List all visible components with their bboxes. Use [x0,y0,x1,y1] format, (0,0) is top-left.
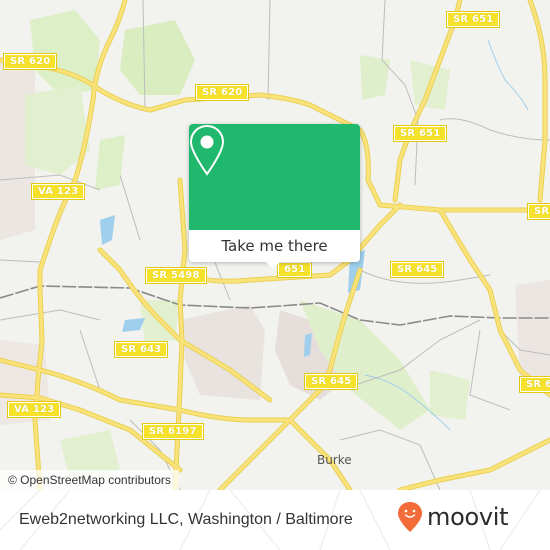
moovit-wordmark: moovit [427,503,509,531]
road-shield-sr-645: SR 645 [303,373,359,390]
location-pin-icon [189,124,225,176]
road-shield-sr-651: SR 651 [445,11,501,28]
road-shield-va-123: VA 123 [30,183,86,200]
road-shield-sr-651: SR 651 [392,125,448,142]
stream [487,39,529,111]
road-shield-sr-645: SR 645 [389,261,445,278]
moovit-logo[interactable]: moovit [397,501,509,533]
lake [122,318,145,332]
park [430,370,470,420]
road-shield-sr-620: SR 620 [194,84,250,101]
park [360,55,390,100]
road-shield-sr-6197: SR 6197 [142,423,204,440]
place-label-burke: Burke [317,453,352,467]
map[interactable]: SR 620 SR 620 SR 651 SR 651 SR 6 VA 123 … [0,0,550,490]
park [95,135,125,190]
lake [100,215,115,245]
road-shield-sr-6: SR 6 [526,203,550,220]
map-attribution[interactable]: © OpenStreetMap contributors [0,470,179,490]
road-shield-va-123: VA 123 [6,401,62,418]
location-title: Eweb2networking LLC, Washington / Baltim… [19,511,353,528]
popup-pointer [265,261,281,269]
location-popup: Take me there [189,124,360,269]
road-shield-sr-643: SR 643 [113,341,169,358]
take-me-there-button[interactable]: Take me there [189,230,360,262]
moovit-pin-icon [398,502,422,532]
location-popup-header[interactable] [189,124,360,230]
urban-area [515,280,550,390]
railway [0,285,550,326]
park [120,20,195,95]
road-shield-sr-651: 651 [276,261,313,278]
road-shield-sr-6: SR 6 [518,376,550,393]
road-shield-sr-620: SR 620 [2,53,58,70]
footer: Eweb2networking LLC, Washington / Baltim… [0,490,550,550]
road-shield-sr-5498: SR 5498 [145,267,207,284]
